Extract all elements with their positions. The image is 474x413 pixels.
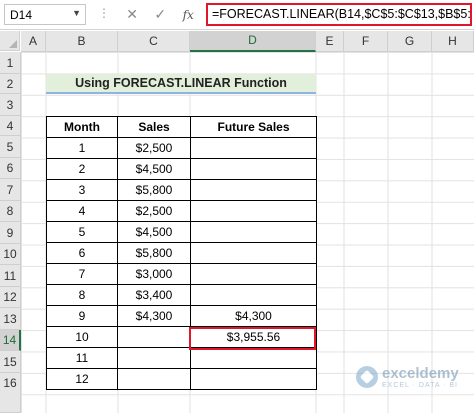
sales-cell[interactable] xyxy=(117,368,191,390)
sales-cell[interactable] xyxy=(117,347,191,369)
row-header-7[interactable]: 7 xyxy=(0,179,21,201)
sales-cell[interactable]: $2,500 xyxy=(117,200,191,222)
sales-cell[interactable]: $4,500 xyxy=(117,158,191,180)
watermark-brand: exceldemy xyxy=(382,365,459,382)
table-row: 3 $5,800 xyxy=(46,179,317,201)
column-header-b[interactable]: B xyxy=(46,31,118,52)
future-sales-cell[interactable] xyxy=(190,263,317,285)
column-header-g[interactable]: G xyxy=(388,31,432,52)
table-row: 4 $2,500 xyxy=(46,200,317,222)
month-cell[interactable]: 9 xyxy=(46,305,118,327)
header-month[interactable]: Month xyxy=(46,116,118,138)
table-row: 7 $3,000 xyxy=(46,263,317,285)
header-future-sales[interactable]: Future Sales xyxy=(190,116,317,138)
row-header-8[interactable]: 8 xyxy=(0,201,21,222)
sales-cell[interactable]: $3,400 xyxy=(117,284,191,306)
table-row: 12 xyxy=(46,368,317,390)
sales-cell[interactable]: $5,800 xyxy=(117,242,191,264)
column-header-a[interactable]: A xyxy=(21,31,46,52)
month-cell[interactable]: 4 xyxy=(46,200,118,222)
row-header-12[interactable]: 12 xyxy=(0,287,21,308)
chevron-down-icon[interactable]: ▼ xyxy=(72,8,81,18)
column-header-d[interactable]: D xyxy=(190,31,316,52)
table-row: 2 $4,500 xyxy=(46,158,317,180)
column-header-h[interactable]: H xyxy=(432,31,474,52)
sheet-title[interactable]: Using FORECAST.LINEAR Function xyxy=(46,74,316,94)
future-sales-cell[interactable] xyxy=(190,158,317,180)
row-header-5[interactable]: 5 xyxy=(0,136,21,158)
row-header-4[interactable]: 4 xyxy=(0,116,21,136)
future-sales-cell[interactable]: $4,300 xyxy=(190,305,317,327)
table-header-row: Month Sales Future Sales xyxy=(46,116,317,138)
select-all-triangle-icon xyxy=(9,40,17,48)
formula-input[interactable]: =FORECAST.LINEAR(B14,$C$5:$C$13,$B$5:$B$… xyxy=(206,3,472,26)
more-icon: ⋮ xyxy=(98,6,111,20)
insert-function-icon[interactable]: fx xyxy=(183,8,194,22)
watermark: exceldemy EXCEL · DATA · BI xyxy=(356,365,459,389)
table-row: 10 $3,955.56 xyxy=(46,326,317,348)
future-sales-cell[interactable] xyxy=(190,347,317,369)
sales-cell[interactable]: $2,500 xyxy=(117,137,191,159)
month-cell[interactable]: 5 xyxy=(46,221,118,243)
data-table: Month Sales Future Sales 1 $2,500 2 $4,5… xyxy=(46,116,317,390)
table-row: 5 $4,500 xyxy=(46,221,317,243)
formula-buttons: ✕ ✓ fx xyxy=(118,4,202,25)
table-row: 9 $4,300 $4,300 xyxy=(46,305,317,327)
month-cell[interactable]: 12 xyxy=(46,368,118,390)
future-sales-cell[interactable] xyxy=(190,137,317,159)
table-row: 1 $2,500 xyxy=(46,137,317,159)
exceldemy-logo-icon xyxy=(356,366,378,388)
cancel-icon[interactable]: ✕ xyxy=(126,6,138,23)
row-header-16[interactable]: 16 xyxy=(0,373,21,413)
table-row: 8 $3,400 xyxy=(46,284,317,306)
sales-cell[interactable]: $4,500 xyxy=(117,221,191,243)
row-header-10[interactable]: 10 xyxy=(0,244,21,265)
column-header-e[interactable]: E xyxy=(316,31,344,52)
future-sales-cell[interactable] xyxy=(190,179,317,201)
future-sales-cell[interactable] xyxy=(190,284,317,306)
row-header-2[interactable]: 2 xyxy=(0,74,21,94)
sales-cell[interactable]: $5,800 xyxy=(117,179,191,201)
row-header-3[interactable]: 3 xyxy=(0,94,21,116)
future-sales-cell[interactable] xyxy=(190,200,317,222)
month-cell[interactable]: 8 xyxy=(46,284,118,306)
watermark-text: exceldemy EXCEL · DATA · BI xyxy=(382,365,459,389)
forecast-result-cell[interactable]: $3,955.56 xyxy=(190,326,317,348)
name-box[interactable]: D14 ▼ xyxy=(4,4,86,25)
check-icon[interactable]: ✓ xyxy=(154,6,166,23)
future-sales-cell[interactable] xyxy=(190,368,317,390)
month-cell[interactable]: 1 xyxy=(46,137,118,159)
row-header-1[interactable]: 1 xyxy=(0,52,21,74)
month-cell[interactable]: 6 xyxy=(46,242,118,264)
column-header-f[interactable]: F xyxy=(344,31,388,52)
row-header-9[interactable]: 9 xyxy=(0,222,21,244)
row-header-14[interactable]: 14 xyxy=(0,330,21,351)
future-sales-cell[interactable] xyxy=(190,242,317,264)
row-header-15[interactable]: 15 xyxy=(0,351,21,373)
sales-cell[interactable] xyxy=(117,326,191,348)
table-row: 11 xyxy=(46,347,317,369)
column-header-c[interactable]: C xyxy=(118,31,190,52)
month-cell[interactable]: 2 xyxy=(46,158,118,180)
month-cell[interactable]: 11 xyxy=(46,347,118,369)
month-cell[interactable]: 10 xyxy=(46,326,118,348)
month-cell[interactable]: 7 xyxy=(46,263,118,285)
month-cell[interactable]: 3 xyxy=(46,179,118,201)
header-sales[interactable]: Sales xyxy=(117,116,191,138)
name-box-value: D14 xyxy=(10,8,33,22)
row-header-6[interactable]: 6 xyxy=(0,158,21,179)
row-header-13[interactable]: 13 xyxy=(0,308,21,330)
future-sales-cell[interactable] xyxy=(190,221,317,243)
table-row: 6 $5,800 xyxy=(46,242,317,264)
watermark-tagline: EXCEL · DATA · BI xyxy=(382,382,458,389)
sales-cell[interactable]: $4,300 xyxy=(117,305,191,327)
select-all-corner[interactable] xyxy=(0,31,20,51)
sales-cell[interactable]: $3,000 xyxy=(117,263,191,285)
row-header-11[interactable]: 11 xyxy=(0,265,21,287)
formula-bar: D14 ▼ ⋮ ✕ ✓ fx =FORECAST.LINEAR(B14,$C$5… xyxy=(0,0,474,30)
